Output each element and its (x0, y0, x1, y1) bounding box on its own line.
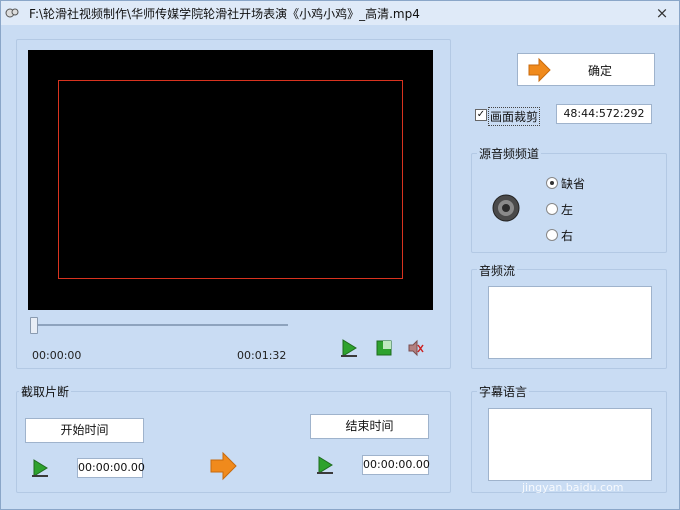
seek-track[interactable] (31, 324, 288, 326)
end-time-field[interactable]: 00:00:00.00 (362, 455, 430, 475)
close-button[interactable]: × (653, 4, 671, 22)
radio-default[interactable] (546, 177, 558, 189)
radio-right-label[interactable]: 右 (561, 227, 573, 244)
watermark-brand-suffix: 经验 (608, 451, 648, 475)
crop-label[interactable]: 画面裁剪 (488, 107, 541, 126)
confirm-arrow-icon (528, 57, 551, 83)
video-preview[interactable] (28, 50, 433, 310)
paw-icon (584, 449, 605, 468)
play-start-icon[interactable] (31, 459, 49, 477)
play-end-icon[interactable] (316, 456, 334, 474)
title-bar: F:\轮滑社视频制作\华师传媒学院轮滑社开场表演《小鸡小鸡》_高清.mp4 × (1, 1, 679, 25)
crop-rectangle[interactable] (58, 80, 403, 279)
audio-channel-title: 源音频频道 (477, 145, 542, 162)
start-time-field[interactable]: 00:00:00.00 (77, 458, 145, 478)
mute-icon[interactable] (407, 339, 425, 357)
window-title: F:\轮滑社视频制作\华师传媒学院轮滑社开场表演《小鸡小鸡》_高清.mp4 (29, 7, 420, 21)
baidu-watermark: Bai 经验 jingyan.baidu.com (522, 443, 676, 501)
play-icon[interactable] (340, 339, 358, 357)
radio-left[interactable] (546, 203, 558, 215)
crop-value-field[interactable]: 48:44:572:292 (556, 104, 652, 124)
subtitle-language-title: 字幕语言 (477, 383, 530, 400)
audio-stream-list[interactable] (488, 286, 652, 359)
radio-left-label[interactable]: 左 (561, 201, 573, 218)
crop-checkbox[interactable]: ✓ (475, 109, 487, 121)
duration-time: 00:01:32 (237, 349, 287, 362)
watermark-url: jingyan.baidu.com (522, 481, 624, 494)
radio-right[interactable] (546, 229, 558, 241)
watermark-brand: Bai (526, 443, 573, 473)
audio-stream-title: 音频流 (477, 262, 518, 279)
end-time-button[interactable]: 结束时间 (310, 414, 429, 439)
speaker-icon (492, 194, 520, 222)
radio-default-label[interactable]: 缺省 (561, 175, 585, 192)
app-icon (5, 8, 19, 18)
main-window: F:\轮滑社视频制作\华师传媒学院轮滑社开场表演《小鸡小鸡》_高清.mp4 × … (0, 0, 680, 510)
confirm-button[interactable]: 确定 (517, 53, 655, 86)
seek-thumb[interactable] (30, 317, 38, 334)
clip-title: 截取片断 (19, 383, 72, 400)
current-time: 00:00:00 (32, 349, 82, 362)
stop-icon[interactable] (375, 339, 393, 357)
arrow-right-icon (210, 451, 237, 481)
confirm-label: 确定 (588, 64, 613, 78)
start-time-button[interactable]: 开始时间 (25, 418, 144, 443)
